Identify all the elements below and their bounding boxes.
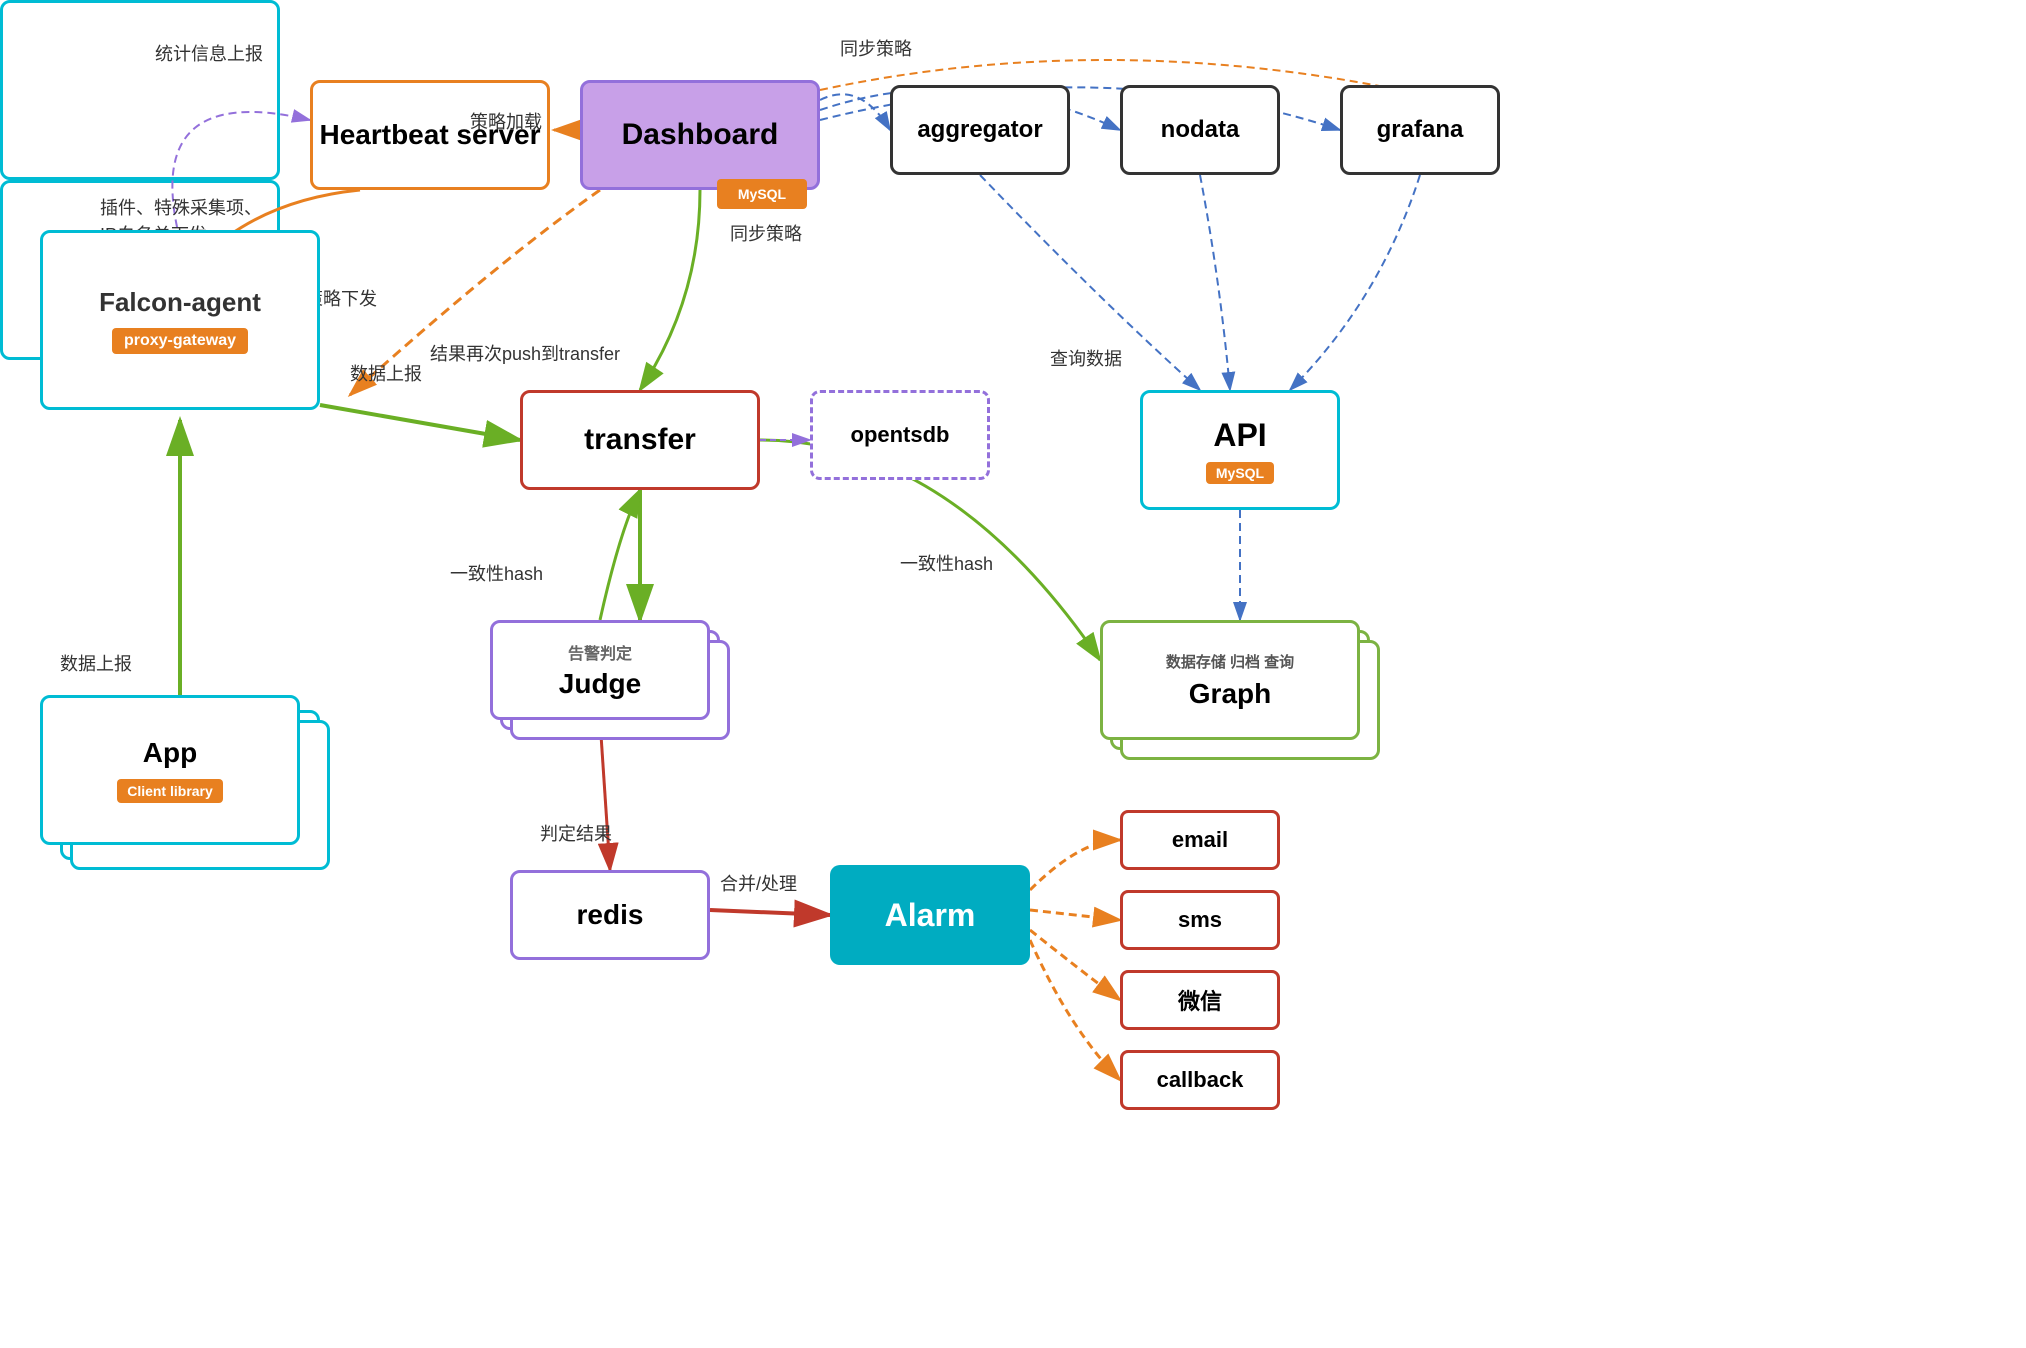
panding-jieguo-label: 判定结果 <box>540 820 612 846</box>
data-storage-label: 数据存储 归档 查询 <box>1166 651 1294 672</box>
graph-node: 数据存储 归档 查询 Graph <box>1100 620 1360 740</box>
callback-label: callback <box>1157 1067 1244 1093</box>
grafana-node: grafana <box>1340 85 1500 175</box>
judge-label: Judge <box>559 668 641 700</box>
heartbeat-server-node: Heartbeat server <box>310 80 550 190</box>
graph-label: Graph <box>1189 678 1271 710</box>
api-node: API MySQL <box>1140 390 1340 510</box>
redis-label: redis <box>577 899 644 931</box>
email-node: email <box>1120 810 1280 870</box>
api-label: API <box>1213 417 1266 454</box>
tongbu-celue2-label: 同步策略 <box>730 220 802 246</box>
arrows-layer <box>0 0 2026 1348</box>
mysql-dashboard-badge: MySQL <box>717 179 807 209</box>
dashboard-label: Dashboard <box>622 118 779 152</box>
falcon-agent-node: Falcon-agent proxy-gateway <box>40 230 320 410</box>
sms-node: sms <box>1120 890 1280 950</box>
dashboard-node: Dashboard MySQL <box>580 80 820 190</box>
yizhi-hash1-label: 一致性hash <box>450 560 543 586</box>
app-node: App Client library <box>40 695 300 845</box>
falcon-agent-shadow1 <box>0 0 280 180</box>
transfer-label: transfer <box>584 423 696 457</box>
tongji-label: 统计信息上报 <box>155 40 263 66</box>
architecture-diagram: Heartbeat server Dashboard MySQL aggrega… <box>0 0 2026 1348</box>
weixin-node: 微信 <box>1120 970 1280 1030</box>
shuju-shangbao1-label: 数据上报 <box>350 360 422 386</box>
app-label: App <box>143 737 197 769</box>
celue-jiazai-label: 策略加载 <box>470 108 542 134</box>
transfer-node: transfer <box>520 390 760 490</box>
tongbu-celue1-label: 同步策略 <box>840 35 912 61</box>
nodata-node: nodata <box>1120 85 1280 175</box>
proxy-gateway-label: proxy-gateway <box>112 328 248 354</box>
mysql-api-badge: MySQL <box>1206 462 1274 484</box>
redis-node: redis <box>510 870 710 960</box>
client-library-badge: Client library <box>117 779 223 803</box>
aggregator-node: aggregator <box>890 85 1070 175</box>
grafana-label: grafana <box>1377 116 1464 144</box>
yizhi-hash2-label: 一致性hash <box>900 550 993 576</box>
falcon-agent-label: Falcon-agent <box>99 287 261 318</box>
judge-node: 告警判定 Judge <box>490 620 710 720</box>
gaojing-label: 告警判定 <box>568 640 632 664</box>
callback-node: callback <box>1120 1050 1280 1110</box>
jieguo-push-label: 结果再次push到transfer <box>430 340 620 366</box>
alarm-node: Alarm <box>830 865 1030 965</box>
opentsdb-node: opentsdb <box>810 390 990 480</box>
aggregator-label: aggregator <box>917 116 1042 144</box>
shuju-shangbao2-label: 数据上报 <box>60 650 132 676</box>
sms-label: sms <box>1178 907 1222 933</box>
hebing-chuli-label: 合并/处理 <box>720 870 797 896</box>
email-label: email <box>1172 827 1228 853</box>
weixin-label: 微信 <box>1178 984 1222 1016</box>
nodata-label: nodata <box>1161 116 1240 144</box>
alarm-label: Alarm <box>885 897 976 934</box>
chaxun-shuju-label: 查询数据 <box>1050 345 1122 371</box>
opentsdb-label: opentsdb <box>851 422 950 448</box>
